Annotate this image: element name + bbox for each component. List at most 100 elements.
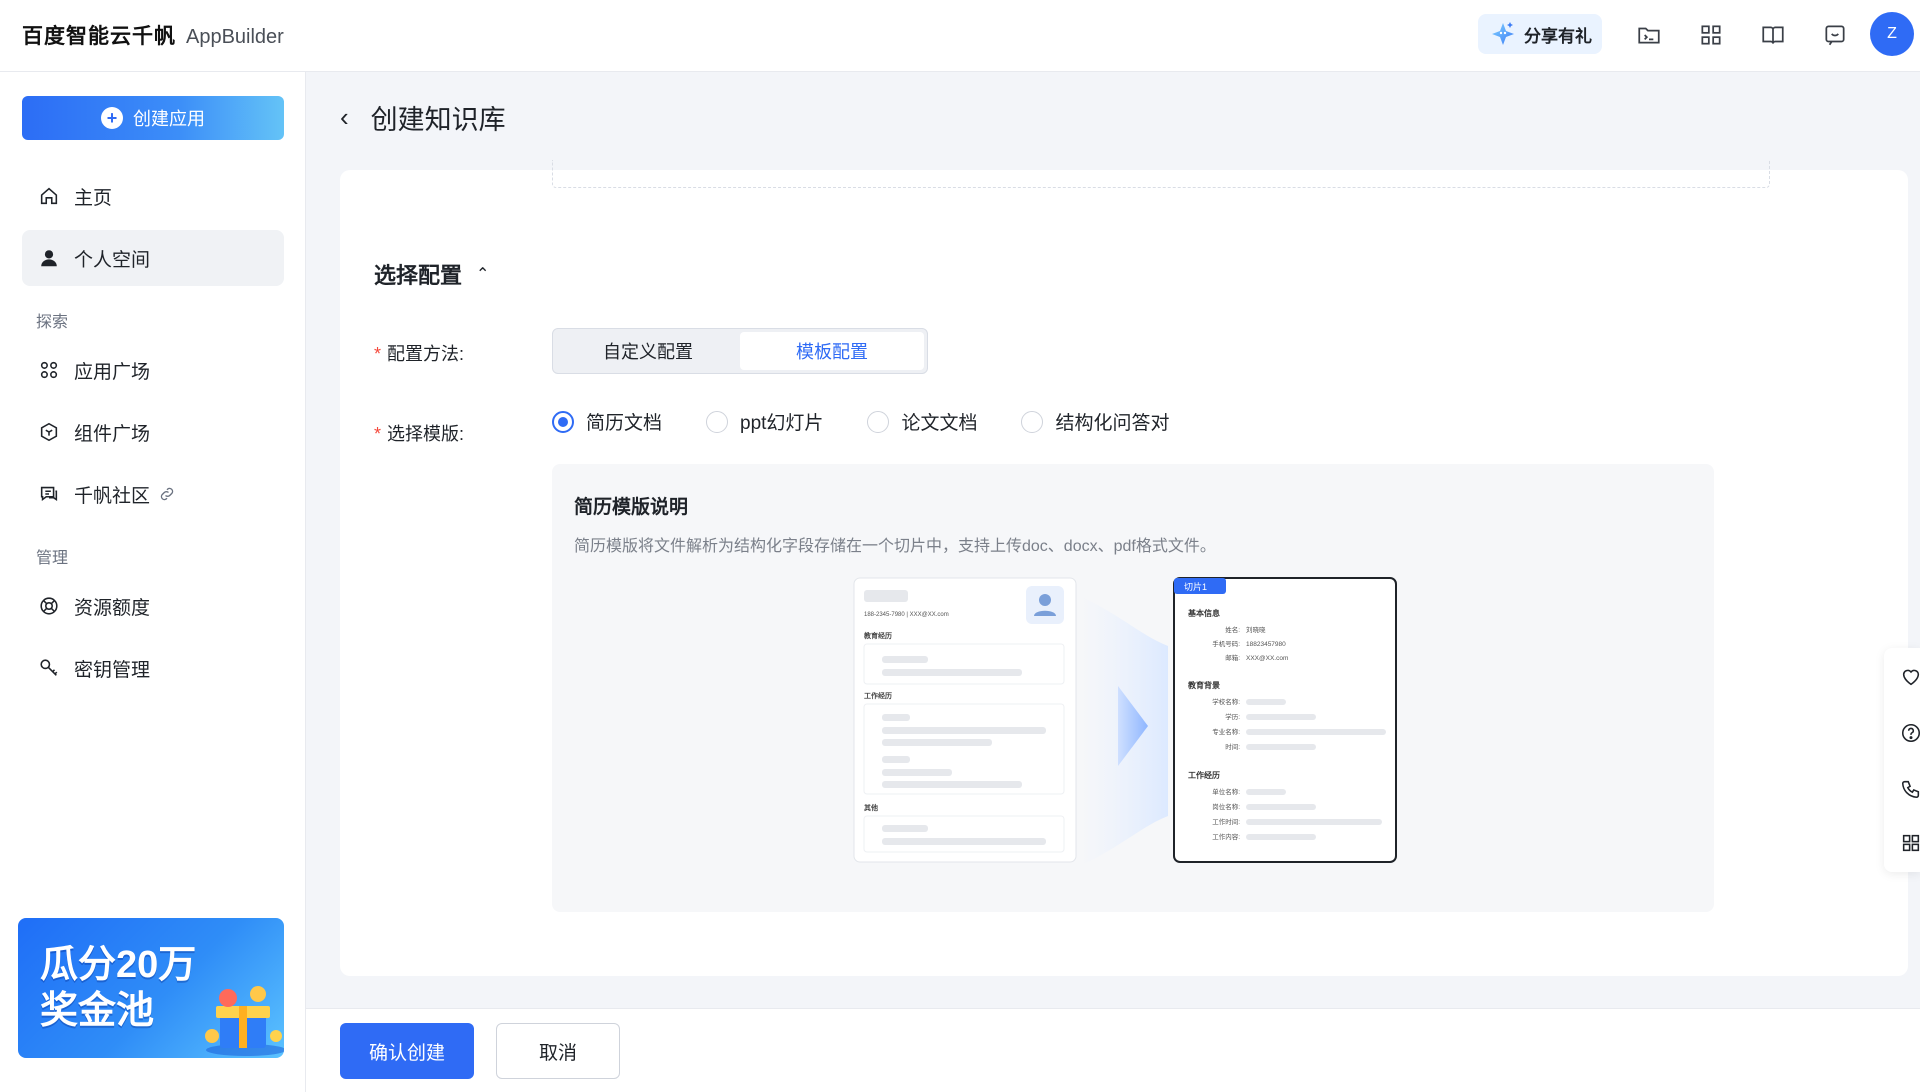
- chunk-field-key: 学校名称:: [1212, 697, 1240, 706]
- page-title: 创建知识库: [370, 105, 506, 135]
- radio-label: 结构化问答对: [1055, 413, 1170, 434]
- radio-ppt[interactable]: ppt幻灯片: [706, 408, 823, 435]
- resume-section-other: 其他: [864, 803, 878, 812]
- section-title-text: 选择配置: [374, 263, 463, 288]
- chunk-field-key: 工作时间:: [1212, 817, 1240, 826]
- chunk-field-key: 单位名称:: [1212, 787, 1240, 796]
- chunk-work-title: 工作经历: [1188, 770, 1220, 780]
- brand[interactable]: 百度智能云千帆 AppBuilder: [22, 20, 284, 50]
- template-description-box: 简历模版说明 简历模版将文件解析为结构化字段存储在一个切片中，支持上传doc、d…: [552, 464, 1714, 912]
- top-bar: 百度智能云千帆 AppBuilder 分享有礼 Z: [0, 0, 1920, 72]
- config-method-text: 配置方法:: [387, 344, 465, 364]
- resume-section-edu: 教育经历: [863, 631, 892, 640]
- radio-structured-qa[interactable]: 结构化问答对: [1021, 408, 1169, 435]
- template-select-label: * 选择模版:: [374, 420, 464, 446]
- chunk-field-key: 邮箱:: [1225, 653, 1240, 662]
- radio-dot[interactable]: [552, 410, 574, 433]
- sidebar-item-label: 个人空间: [74, 249, 151, 271]
- confirm-create-button[interactable]: 确认创建: [340, 1023, 474, 1079]
- radio-dot[interactable]: [706, 410, 729, 433]
- grid-icon[interactable]: [1900, 832, 1920, 854]
- chunk-field-key: 工作内容:: [1212, 832, 1240, 841]
- sidebar-item-home[interactable]: 主页: [22, 168, 284, 224]
- user-icon: [41, 250, 57, 267]
- help-icon[interactable]: [1900, 722, 1920, 744]
- apps-icon: [40, 361, 58, 379]
- radio-resume[interactable]: 简历文档: [552, 408, 662, 435]
- terminal-folder-icon[interactable]: [1636, 22, 1662, 48]
- sidebar-item-label: 主页: [74, 187, 113, 209]
- radio-paper[interactable]: 论文文档: [867, 408, 977, 435]
- radio-label: 简历文档: [586, 413, 663, 434]
- sidebar-item-label: 应用广场: [74, 361, 151, 383]
- config-card: 选择配置 ⌃ * 配置方法: 自定义配置 模板配置 * 选择模版: 简历文档 ppt…: [340, 160, 1908, 976]
- brand-name-en: AppBuilder: [186, 26, 284, 48]
- promo-line-1: 瓜分20万: [40, 944, 197, 986]
- radio-dot[interactable]: [1021, 410, 1044, 433]
- sidebar-item-label: 资源额度: [74, 597, 151, 619]
- chunk-field-key: 姓名:: [1225, 625, 1240, 634]
- home-icon: [40, 187, 58, 205]
- sidebar: + 创建应用 主页 个人空间 探索 应用广场 组件广场 千帆社区 管理 资源额度…: [0, 72, 306, 1092]
- resume-section-work: 工作经历: [864, 691, 892, 700]
- user-avatar[interactable]: Z: [1870, 12, 1914, 56]
- template-radio-group: 简历文档 ppt幻灯片 论文文档 结构化问答对: [552, 408, 1169, 435]
- chunk-field-key: 学历:: [1225, 712, 1240, 721]
- sidebar-item-label: 千帆社区: [74, 485, 151, 507]
- template-description: 简历模版将文件解析为结构化字段存储在一个切片中，支持上传doc、docx、pdf…: [574, 538, 1216, 555]
- sidebar-item-label: 组件广场: [74, 423, 151, 445]
- chunk-field-key: 手机号码:: [1212, 639, 1240, 648]
- template-title: 简历模版说明: [574, 497, 689, 518]
- section-select-config[interactable]: 选择配置 ⌃: [374, 258, 489, 290]
- page-header: ‹ 创建知识库: [340, 98, 506, 137]
- sidebar-item-label: 密钥管理: [74, 659, 151, 681]
- key-icon: [40, 659, 58, 676]
- cancel-button[interactable]: 取消: [496, 1023, 620, 1079]
- sidebar-item-personal-space[interactable]: 个人空间: [22, 230, 284, 286]
- brand-name-cn: 百度智能云千帆: [22, 25, 176, 48]
- promo-line-2: 奖金池: [40, 990, 155, 1032]
- template-select-text: 选择模版:: [387, 424, 465, 444]
- chunk-basic-info-title: 基本信息: [1187, 608, 1220, 618]
- chevron-up-icon[interactable]: ⌃: [476, 264, 489, 284]
- floating-toolbar: [1884, 648, 1920, 872]
- cube-icon: [40, 422, 58, 442]
- radio-dot[interactable]: [867, 410, 890, 433]
- chunk-field-value: XXX@XX.com: [1246, 655, 1288, 662]
- share-reward-button[interactable]: 分享有礼: [1478, 14, 1602, 54]
- chunk-field-key: 专业名称:: [1212, 727, 1240, 736]
- sidebar-item-resource-quota[interactable]: 资源额度: [22, 578, 284, 634]
- lifebuoy-icon: [40, 597, 58, 615]
- chunk-field-value: 18823457980: [1246, 641, 1286, 648]
- seg-template-config[interactable]: 模板配置: [740, 332, 924, 370]
- external-link-icon: [160, 487, 174, 501]
- seg-custom-config[interactable]: 自定义配置: [556, 332, 740, 370]
- apps-grid-icon[interactable]: [1698, 22, 1724, 48]
- required-mark: *: [374, 424, 382, 444]
- chunk-field-key: 时间:: [1225, 742, 1240, 751]
- upload-area-edge: [552, 160, 1770, 188]
- chunk-field-value: 刘晓晓: [1246, 625, 1266, 634]
- promo-text: 瓜分20万 奖金池: [40, 942, 196, 1034]
- sidebar-item-app-plaza[interactable]: 应用广场: [22, 342, 284, 398]
- create-app-button[interactable]: + 创建应用: [22, 96, 284, 140]
- radio-label: ppt幻灯片: [740, 413, 824, 434]
- sidebar-item-key-management[interactable]: 密钥管理: [22, 640, 284, 696]
- phone-icon[interactable]: [1900, 778, 1920, 800]
- plus-circle-icon: +: [101, 107, 123, 129]
- community-icon: [40, 486, 58, 502]
- promo-banner[interactable]: 瓜分20万 奖金池: [18, 918, 284, 1058]
- back-arrow-icon[interactable]: ‹: [340, 102, 349, 133]
- create-app-label: 创建应用: [133, 109, 205, 129]
- config-method-label: * 配置方法:: [374, 340, 464, 366]
- heart-icon[interactable]: [1900, 666, 1920, 688]
- sidebar-item-community[interactable]: 千帆社区: [22, 466, 284, 522]
- chunk-field-key: 岗位名称:: [1212, 802, 1240, 811]
- book-icon[interactable]: [1760, 22, 1786, 48]
- sidebar-item-component-plaza[interactable]: 组件广场: [22, 404, 284, 460]
- sparkle-star-icon: [1492, 22, 1514, 45]
- gift-box-icon: [205, 986, 284, 1056]
- chunk-tag: 切片1: [1184, 581, 1207, 592]
- config-method-segmented[interactable]: 自定义配置 模板配置: [552, 328, 928, 374]
- chat-icon[interactable]: [1822, 22, 1848, 48]
